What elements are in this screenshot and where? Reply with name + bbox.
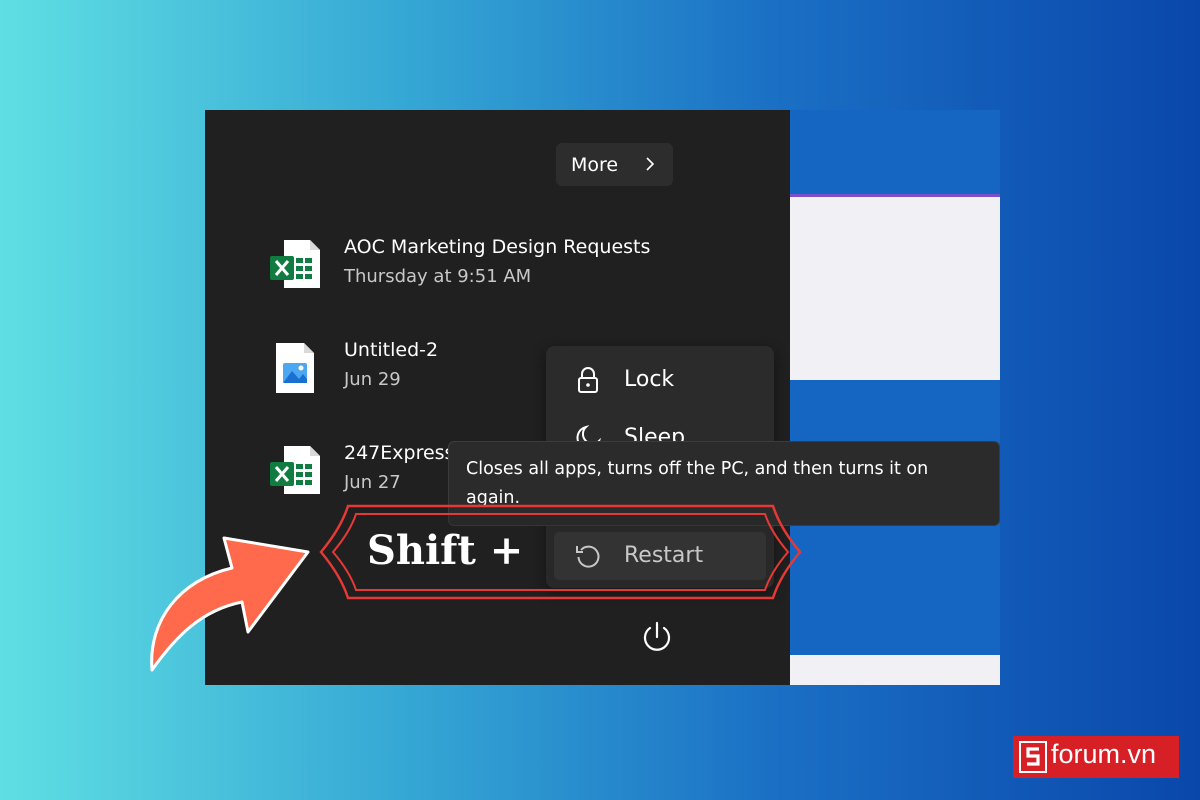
- recent-item-name: Untitled-2: [344, 339, 439, 361]
- more-button[interactable]: More: [556, 143, 673, 186]
- background-window: [790, 110, 1000, 685]
- more-button-label: More: [571, 153, 619, 176]
- window-footer-area: [790, 655, 1000, 685]
- brand-watermark: forum.vn: [1013, 736, 1179, 778]
- recent-item-name: 247Express: [344, 442, 455, 464]
- power-menu-label: Lock: [624, 367, 675, 392]
- recent-item-date: Jun 27: [344, 472, 401, 493]
- power-icon[interactable]: [638, 618, 676, 656]
- excel-file-icon: [270, 240, 320, 288]
- brand-logo-icon: [1019, 741, 1047, 773]
- window-content-area: [790, 197, 1000, 380]
- lock-icon: [578, 367, 598, 393]
- brand-text: forum.vn: [1051, 739, 1157, 769]
- recent-item-date: Thursday at 9:51 AM: [344, 266, 532, 287]
- recent-item-date: Jun 29: [344, 369, 401, 390]
- shift-key-label: Shift +: [367, 527, 524, 574]
- excel-file-icon: [270, 446, 320, 494]
- recent-item[interactable]: AOC Marketing Design Requests Thursday a…: [260, 232, 680, 298]
- chevron-right-icon: [646, 157, 655, 171]
- tooltip-text: Closes all apps, turns off the PC, and t…: [466, 459, 929, 508]
- power-menu-lock[interactable]: Lock: [554, 356, 766, 404]
- image-file-icon: [276, 343, 314, 393]
- recent-item-name: AOC Marketing Design Requests: [344, 236, 651, 258]
- curved-arrow-icon: [150, 536, 310, 672]
